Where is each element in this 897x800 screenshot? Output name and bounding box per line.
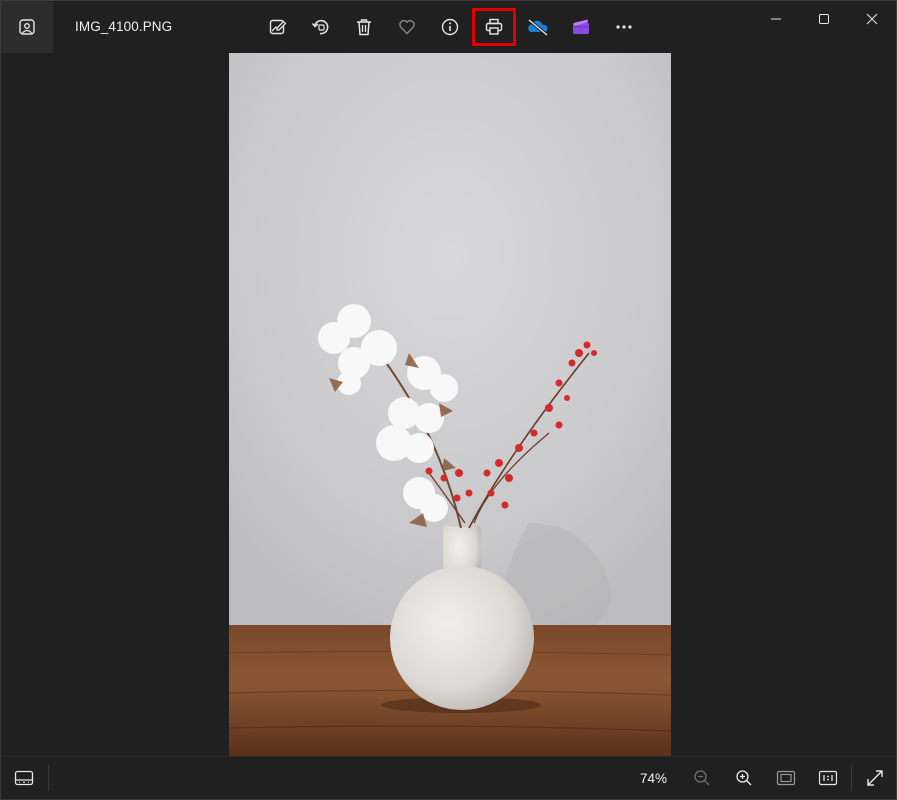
zoom-in-icon — [735, 769, 753, 787]
maximize-button[interactable] — [800, 1, 848, 37]
zoom-out-icon — [693, 769, 711, 787]
delete-button[interactable] — [343, 7, 385, 47]
maximize-icon — [818, 13, 830, 25]
onedrive-button[interactable] — [517, 7, 559, 47]
zoom-controls: 74% — [640, 757, 896, 799]
info-button[interactable] — [429, 7, 471, 47]
expand-icon — [866, 769, 884, 787]
filmstrip-icon — [14, 770, 34, 786]
file-name: IMG_4100.PNG — [75, 19, 173, 34]
minimize-button[interactable] — [752, 1, 800, 37]
toolbar — [257, 7, 646, 47]
actual-size-icon — [818, 770, 838, 786]
close-icon — [866, 13, 878, 25]
printer-icon — [484, 17, 504, 37]
image-viewer[interactable] — [1, 53, 896, 757]
zoom-out-button[interactable] — [681, 761, 723, 795]
status-divider — [48, 765, 49, 791]
app-menu-button[interactable] — [1, 1, 53, 53]
photos-app-window: IMG_4100.PNG 74% — [0, 0, 897, 800]
edit-image-button[interactable] — [257, 7, 299, 47]
more-icon — [614, 17, 634, 37]
fit-to-window-button[interactable] — [765, 761, 807, 795]
zoom-level: 74% — [639, 770, 667, 786]
rotate-icon — [311, 17, 331, 37]
favorite-button[interactable] — [386, 7, 428, 47]
actual-size-button[interactable] — [807, 761, 849, 795]
clipchamp-icon — [571, 17, 591, 37]
fit-to-window-icon — [776, 770, 796, 786]
status-bar: 74% — [1, 756, 896, 799]
filmstrip-toggle-button[interactable] — [11, 766, 37, 790]
clipchamp-button[interactable] — [560, 7, 602, 47]
heart-icon — [397, 17, 417, 37]
minimize-icon — [770, 13, 782, 25]
trash-icon — [354, 17, 374, 37]
more-button[interactable] — [603, 7, 645, 47]
onedrive-cloud-icon — [526, 17, 550, 37]
print-button[interactable] — [472, 8, 516, 46]
displayed-photo — [229, 53, 671, 756]
zoom-in-button[interactable] — [723, 761, 765, 795]
fullscreen-button[interactable] — [854, 761, 896, 795]
edit-image-icon — [268, 17, 288, 37]
rotate-button[interactable] — [300, 7, 342, 47]
window-controls — [752, 1, 896, 37]
title-bar: IMG_4100.PNG — [1, 1, 896, 53]
status-divider-right — [851, 765, 852, 791]
close-button[interactable] — [848, 1, 896, 37]
photos-app-icon — [18, 18, 36, 36]
info-icon — [440, 17, 460, 37]
